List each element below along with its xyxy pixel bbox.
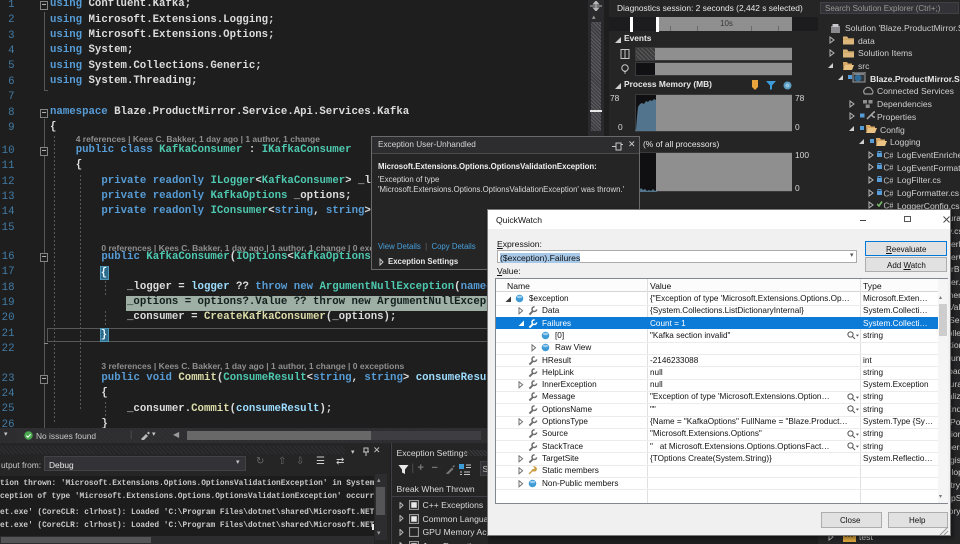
- svg-text:C#: C#: [884, 189, 894, 198]
- svg-text:C#: C#: [884, 164, 894, 173]
- svg-text:C#: C#: [884, 151, 894, 160]
- svg-text:C#: C#: [884, 176, 894, 185]
